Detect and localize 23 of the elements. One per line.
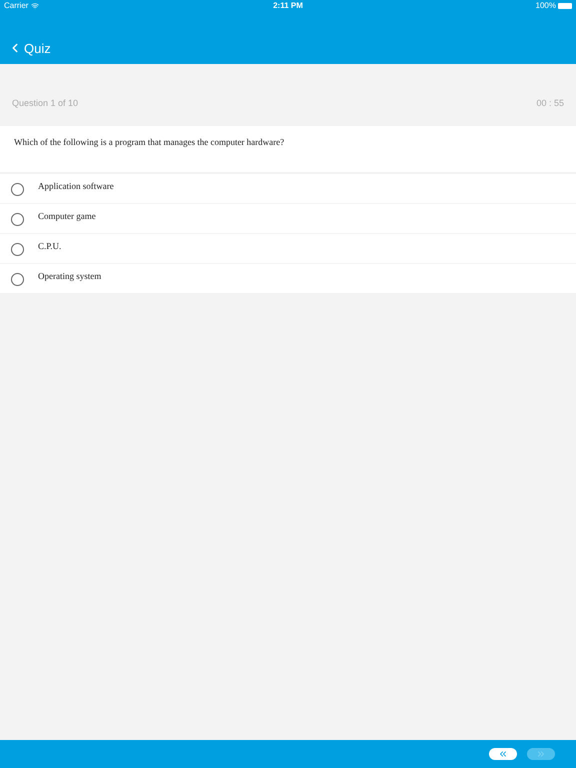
option-label: Computer game (38, 210, 96, 223)
battery-label: 100% (536, 0, 556, 12)
answer-option[interactable]: Computer game (0, 204, 576, 234)
question-text: Which of the following is a program that manages the computer hardware? (14, 136, 286, 149)
previous-button[interactable] (489, 748, 517, 760)
option-label: Application software (38, 180, 114, 193)
battery-icon (558, 3, 572, 9)
answer-option[interactable]: C.P.U. (0, 234, 576, 264)
double-chevron-left-icon (498, 749, 508, 759)
radio-button[interactable] (11, 273, 24, 286)
answer-option[interactable]: Operating system (0, 264, 576, 294)
radio-button[interactable] (11, 213, 24, 226)
question-counter: Question 1 of 10 (12, 97, 78, 110)
option-label: C.P.U. (38, 240, 62, 253)
double-chevron-right-icon (536, 749, 546, 759)
clock-label: 2:11 PM (273, 0, 303, 12)
radio-button[interactable] (11, 183, 24, 196)
wifi-icon (31, 2, 40, 10)
answer-option[interactable]: Application software (0, 174, 576, 204)
carrier-label: Carrier (4, 0, 28, 12)
option-label: Operating system (38, 270, 102, 283)
radio-button[interactable] (11, 243, 24, 256)
timer: 00 : 55 (536, 97, 564, 110)
